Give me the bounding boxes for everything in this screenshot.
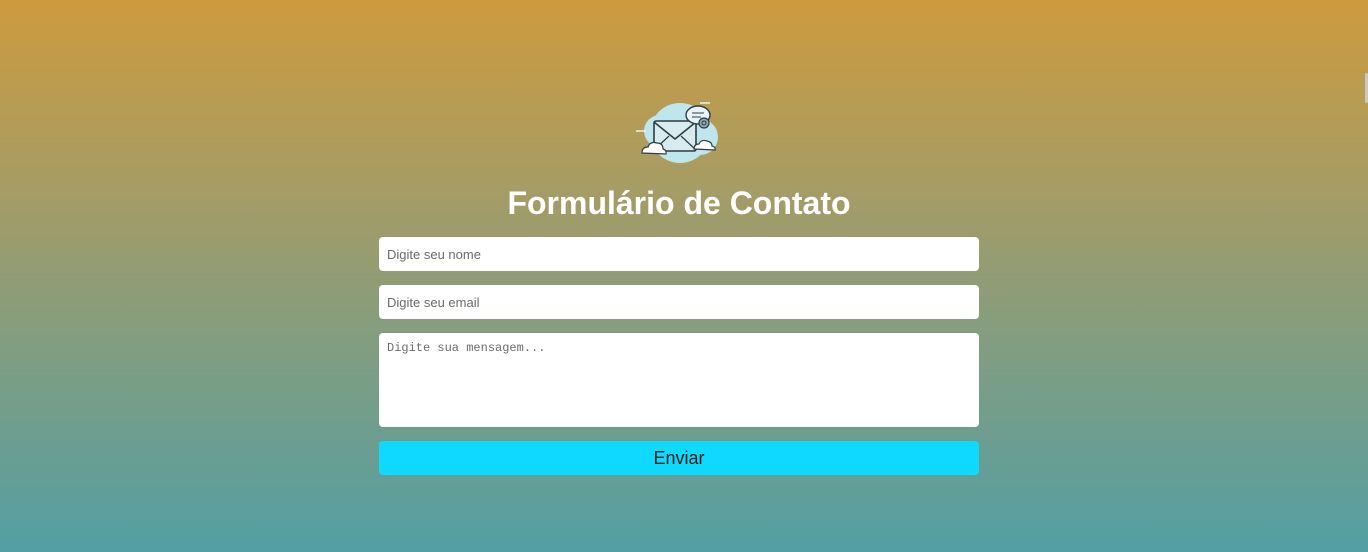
name-input[interactable]	[379, 237, 979, 271]
submit-button[interactable]: Enviar	[379, 441, 979, 475]
mail-cloud-icon	[636, 102, 718, 163]
message-textarea[interactable]	[379, 333, 979, 427]
contact-form-container: Formulário de Contato Enviar	[379, 97, 979, 475]
email-input[interactable]	[379, 285, 979, 319]
page-title: Formulário de Contato	[507, 185, 851, 221]
